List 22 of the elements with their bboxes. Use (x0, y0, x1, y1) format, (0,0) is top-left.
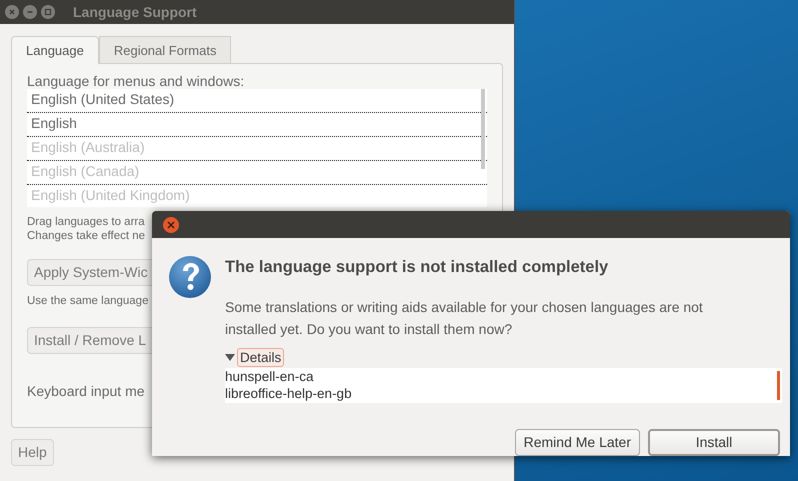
window-title: Language Support (73, 2, 197, 22)
hint-text: Changes take effect ne (27, 229, 146, 243)
maximize-icon[interactable] (41, 5, 55, 19)
details-expander[interactable]: Details (237, 348, 284, 367)
help-button[interactable]: Help (11, 439, 54, 466)
close-icon[interactable] (5, 5, 19, 19)
apply-hint: Use the same language (27, 294, 148, 308)
minimize-icon[interactable] (23, 5, 37, 19)
install-button[interactable]: Install (648, 428, 780, 456)
question-icon (168, 255, 212, 299)
tab[interactable]: Language (11, 36, 99, 64)
tab[interactable]: Regional Formats (98, 36, 232, 63)
keyboard-input-label: Keyboard input me (27, 382, 145, 401)
close-icon[interactable] (163, 216, 179, 232)
package-name: hunspell-en-ca (225, 368, 315, 385)
expander-triangle-icon[interactable] (225, 352, 235, 362)
list-label: Language for menus and windows: (27, 74, 244, 89)
dialog-heading: The language support is not installed completely (225, 257, 610, 278)
dialog-message: Some translations or writing aids available for your chosen languages are not installed yet. Do you want to install them now? (225, 298, 704, 339)
package-name: libreoffice-help-en-gb (225, 384, 353, 402)
hint-text: Drag languages to arra (27, 215, 145, 229)
remind-later-button[interactable]: Remind Me Later (514, 428, 640, 456)
